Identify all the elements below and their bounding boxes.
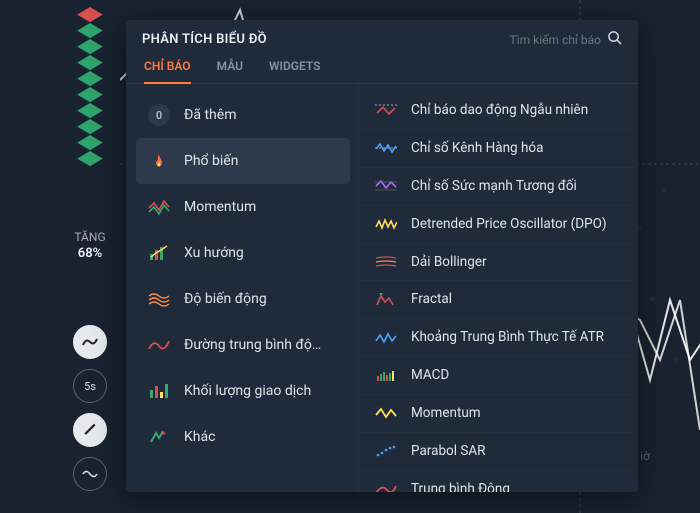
category-ma[interactable]: Đường trung bình độ… [136,322,350,368]
psar-icon [375,443,397,459]
indicator-dpo[interactable]: Detrended Price Oscillator (DPO) [359,206,632,244]
category-other[interactable]: Khác [136,414,350,460]
category-badge[interactable]: 0 Đã thêm [136,92,350,138]
indicator-label: Khoảng Trung Bình Thực Tế ATR [411,329,604,346]
indicator-label: Dải Bollinger [411,254,487,271]
panel-title: PHÂN TÍCH BIỂU ĐỒ [142,32,267,47]
macd-icon [375,368,397,384]
dpo-icon [375,216,397,232]
indicator-psar[interactable]: Parabol SAR [359,433,632,471]
category-label: Khác [184,429,215,445]
indicator-label: Chỉ báo dao động Ngẫu nhiên [411,102,588,119]
category-label: Đã thêm [184,107,236,123]
indicator-rsi[interactable]: Chỉ số Sức mạnh Tương đối [359,168,632,206]
search-input[interactable] [491,33,601,47]
categories-column: 0 Đã thêm Phổ biến Momentum Xu hướng Độ biến … [126,84,358,492]
indicator-momentum2[interactable]: Momentum [359,395,632,433]
indicator-bollinger[interactable]: Dải Bollinger [359,244,632,282]
indicator-label: Momentum [411,405,481,422]
indicator-label: Parabol SAR [411,443,486,460]
category-trend[interactable]: Xu hướng [136,230,350,276]
tab-widgets[interactable]: WIDGETS [269,59,320,83]
indicator-label: Trung bình Động [411,481,510,492]
flame-icon [148,150,170,172]
volume-icon [148,380,170,402]
indicator-label: MACD [411,367,449,384]
chart-type-btn[interactable] [73,325,107,359]
other-icon [148,426,170,448]
category-label: Phổ biến [184,153,238,169]
ma-icon [148,334,170,356]
direction-label: TĂNG [74,230,105,244]
category-label: Độ biến động [184,291,267,307]
indicators-column: Chỉ báo dao động Ngẫu nhiên Chỉ số Kênh H… [358,84,638,492]
volatility-icon [148,288,170,310]
indicator-ema[interactable]: Trung bình Động [359,471,632,492]
indicator-cci[interactable]: Chỉ số Kênh Hàng hóa [359,130,632,168]
timeframe-btn[interactable]: 5s [73,369,107,403]
signal-stack [68,2,112,162]
indicator-label: Chỉ số Kênh Hàng hóa [411,140,543,157]
bg-timescale-label: iờ [640,449,650,463]
indicator-label: Detrended Price Oscillator (DPO) [411,216,607,233]
momentum-icon [148,196,170,218]
category-label: Khối lượng giao dịch [184,383,311,399]
atr-icon [375,330,397,346]
cci-icon [375,140,397,156]
fractal-icon [375,292,397,308]
category-momentum[interactable]: Momentum [136,184,350,230]
tab-mẫu[interactable]: MẪU [217,59,243,83]
ema-icon [375,481,397,492]
momentum2-icon [375,405,397,421]
trend-icon [148,242,170,264]
tab-chỉ-báo[interactable]: CHỈ BÁO [144,59,191,83]
indicator-macd[interactable]: MACD [359,357,632,395]
rsi-icon [375,178,397,194]
category-label: Đường trung bình độ… [184,337,321,353]
badge-icon: 0 [148,104,170,126]
indicator-label: Chỉ số Sức mạnh Tương đối [411,178,577,195]
bollinger-icon [375,254,397,270]
left-rail: TĂNG 68% 5s [60,0,120,513]
tabs: CHỈ BÁO MẪU WIDGETS [126,49,638,84]
indicator-stochastic[interactable]: Chỉ báo dao động Ngẫu nhiên [359,92,632,130]
category-label: Momentum [184,199,256,215]
category-volatility[interactable]: Độ biến động [136,276,350,322]
search-icon[interactable] [607,30,622,49]
category-label: Xu hướng [184,245,244,261]
indicator-tool-btn[interactable] [73,457,107,491]
draw-tool-btn[interactable] [73,413,107,447]
indicator-label: Fractal [411,291,452,308]
category-volume[interactable]: Khối lượng giao dịch [136,368,350,414]
indicator-panel: PHÂN TÍCH BIỂU ĐỒ CHỈ BÁO MẪU WIDGETS 0 Đã … [126,20,638,492]
direction-percent: 68% [78,246,102,261]
indicator-fractal[interactable]: Fractal [359,281,632,319]
stochastic-icon [375,102,397,118]
category-flame[interactable]: Phổ biến [136,138,350,184]
indicator-atr[interactable]: Khoảng Trung Bình Thực Tế ATR [359,319,632,357]
timeframe-label: 5s [84,380,96,393]
